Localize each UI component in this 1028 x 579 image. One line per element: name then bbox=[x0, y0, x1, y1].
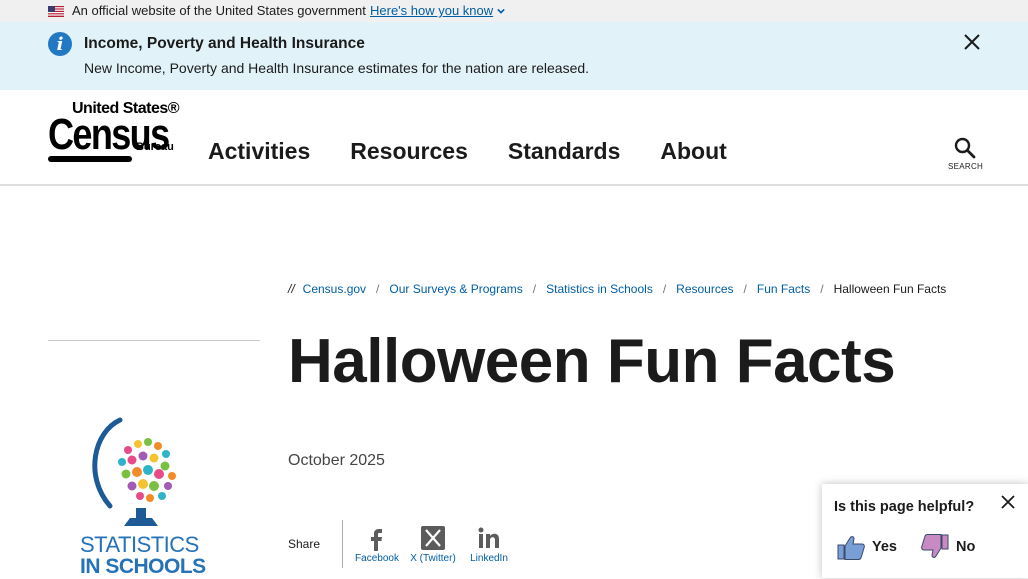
nav-activities[interactable]: Activities bbox=[208, 138, 310, 165]
feedback-question: Is this page helpful? bbox=[834, 499, 975, 515]
nav-standards[interactable]: Standards bbox=[508, 138, 620, 165]
alert-banner: i Income, Poverty and Health Insurance N… bbox=[0, 22, 1028, 90]
feedback-yes-label: Yes bbox=[872, 539, 897, 555]
publish-date: October 2025 bbox=[288, 452, 385, 469]
x-twitter-icon bbox=[421, 525, 445, 550]
search-label: SEARCH bbox=[948, 162, 984, 171]
info-icon: i bbox=[48, 32, 72, 56]
statistics-in-schools-logo[interactable]: STATISTICS IN SCHOOLS bbox=[76, 416, 216, 578]
share-linkedin[interactable]: LinkedIn bbox=[461, 525, 517, 564]
logo-bureau: Bureau bbox=[136, 141, 174, 153]
alert-body: New Income, Poverty and Health Insurance… bbox=[84, 60, 590, 76]
gov-banner-text: An official website of the United States… bbox=[72, 3, 366, 18]
sis-logo-line2: IN SCHOOLS bbox=[80, 555, 206, 578]
alert-title: Income, Poverty and Health Insurance bbox=[84, 35, 365, 52]
breadcrumb-resources[interactable]: Resources bbox=[676, 282, 733, 296]
close-icon[interactable] bbox=[1001, 495, 1015, 509]
feedback-yes-button[interactable]: Yes bbox=[836, 532, 897, 562]
linkedin-icon bbox=[478, 527, 499, 548]
breadcrumb-separator: / bbox=[820, 282, 824, 296]
breadcrumb-separator: / bbox=[376, 282, 380, 296]
breadcrumb-start: // bbox=[288, 282, 295, 296]
feedback-widget: Is this page helpful? Yes No bbox=[822, 484, 1028, 578]
chevron-down-icon bbox=[497, 8, 505, 14]
feedback-no-label: No bbox=[956, 539, 976, 555]
gov-banner: An official website of the United States… bbox=[0, 0, 1028, 22]
globe-icon bbox=[92, 417, 176, 526]
how-you-know-link[interactable]: Here's how you know bbox=[370, 3, 505, 18]
breadcrumb-separator: / bbox=[662, 282, 667, 296]
breadcrumb-separator: / bbox=[743, 282, 747, 296]
how-you-know-label: Here's how you know bbox=[370, 3, 494, 18]
share-facebook[interactable]: Facebook bbox=[349, 525, 405, 564]
breadcrumb-census-gov[interactable]: Census.gov bbox=[303, 282, 366, 296]
search-button[interactable]: SEARCH bbox=[948, 136, 984, 171]
search-icon bbox=[954, 137, 976, 159]
breadcrumb: // Census.gov / Our Surveys & Programs /… bbox=[288, 282, 946, 296]
share-x-twitter[interactable]: X (Twitter) bbox=[405, 525, 461, 564]
facebook-icon bbox=[371, 528, 382, 551]
share-bar: Share Facebook X (Twitter) LinkedIn bbox=[288, 520, 517, 568]
share-linkedin-label: LinkedIn bbox=[470, 552, 508, 564]
breadcrumb-fun-facts[interactable]: Fun Facts bbox=[757, 282, 810, 296]
census-logo[interactable]: United States® Census Bureau bbox=[48, 100, 182, 162]
share-divider bbox=[342, 520, 343, 568]
thumbs-up-icon bbox=[837, 536, 865, 560]
feedback-no-button[interactable]: No bbox=[920, 532, 975, 562]
logo-underline bbox=[48, 156, 132, 162]
share-facebook-label: Facebook bbox=[355, 552, 399, 564]
main-nav: Activities Resources Standards About bbox=[208, 138, 727, 165]
breadcrumb-separator: / bbox=[532, 282, 537, 296]
breadcrumb-statistics-in-schools[interactable]: Statistics in Schools bbox=[546, 282, 653, 296]
sidebar-divider bbox=[48, 340, 260, 341]
nav-resources[interactable]: Resources bbox=[350, 138, 468, 165]
nav-about[interactable]: About bbox=[660, 138, 726, 165]
site-header: United States® Census Bureau Activities … bbox=[0, 90, 1028, 186]
close-icon[interactable] bbox=[962, 32, 982, 52]
breadcrumb-surveys-programs[interactable]: Our Surveys & Programs bbox=[389, 282, 522, 296]
page-title: Halloween Fun Facts bbox=[288, 327, 896, 396]
share-x-twitter-label: X (Twitter) bbox=[410, 552, 456, 564]
share-label: Share bbox=[288, 537, 321, 551]
us-flag-icon bbox=[48, 6, 64, 17]
thumbs-down-icon bbox=[921, 534, 949, 558]
breadcrumb-current: Halloween Fun Facts bbox=[833, 282, 947, 296]
